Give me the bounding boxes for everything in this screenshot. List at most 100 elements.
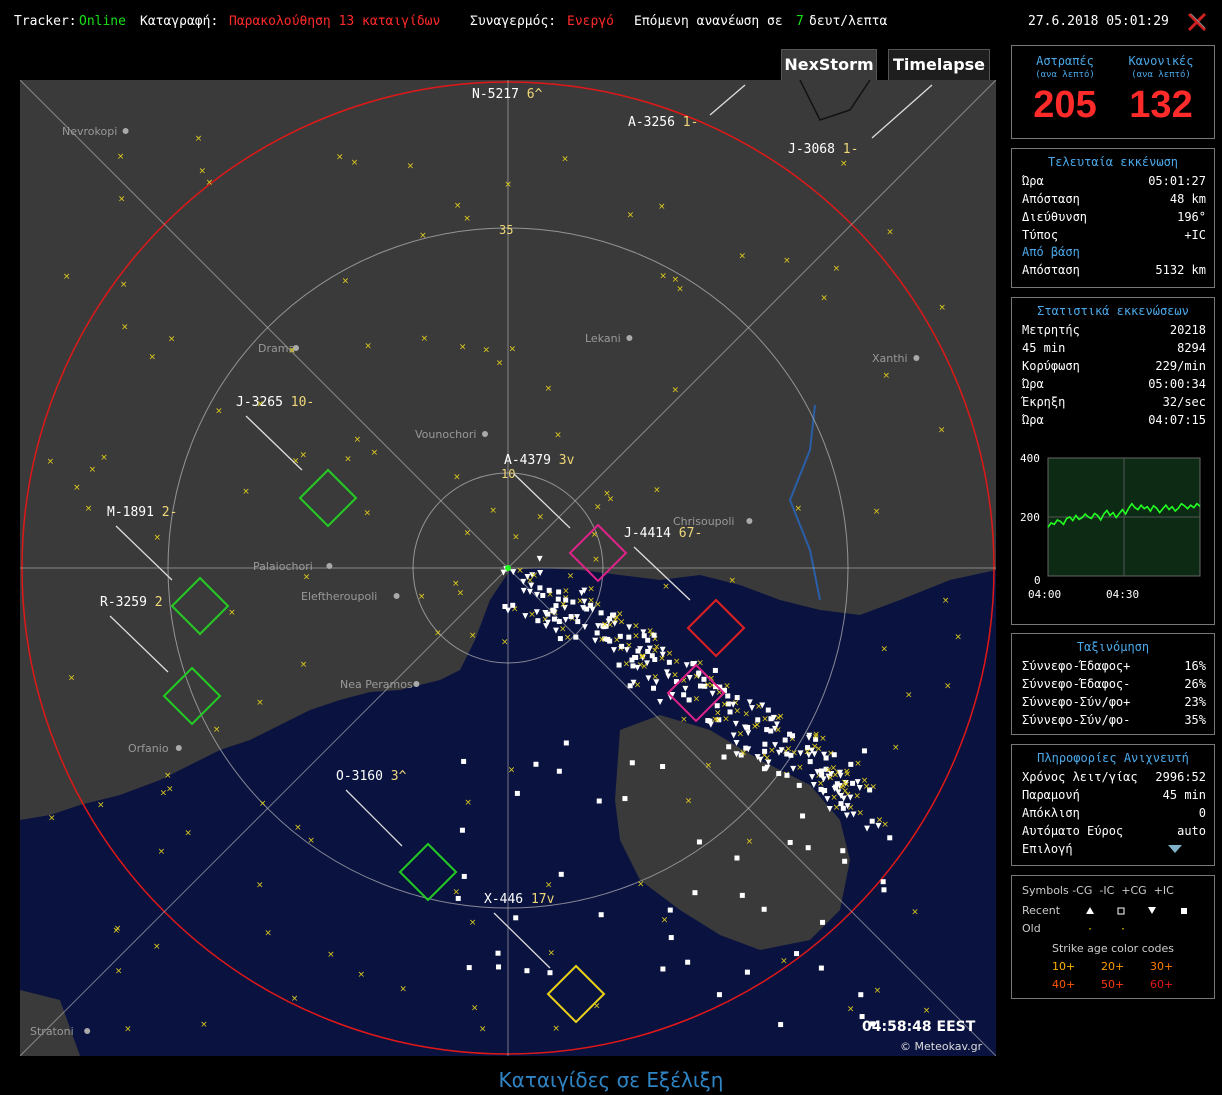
- age-code-30: 30+: [1150, 960, 1174, 973]
- storm-label[interactable]: N-5217 6^: [472, 87, 543, 102]
- storm-label[interactable]: R-3259 2: [100, 595, 163, 610]
- alarm-value: Ενεργό: [567, 14, 614, 29]
- strike-mark: ×: [463, 214, 471, 224]
- detector-row: Απόκλιση 0: [1022, 806, 1206, 820]
- legend-symbol-glyphs: · ·: [1086, 907, 1187, 935]
- detector-select-row[interactable]: Επιλογή: [1012, 841, 1214, 859]
- storm-label[interactable]: J-4414 67-: [624, 526, 702, 541]
- strike-square: [556, 589, 562, 595]
- strike-mark: ×: [603, 489, 611, 499]
- close-icon[interactable]: [1185, 10, 1209, 34]
- age-code-20: 20+: [1101, 960, 1125, 973]
- strike-mark: ×: [783, 256, 791, 266]
- storm-trend: 2: [155, 595, 163, 610]
- strike-mark: ×: [693, 694, 701, 704]
- strike-square: [524, 968, 530, 974]
- city-dot: [326, 563, 333, 569]
- city-label: Vounochori: [415, 428, 476, 441]
- stats-row: Κορύφωση 229/min: [1022, 359, 1206, 373]
- noise-label: Κανονικές: [1128, 54, 1194, 68]
- storm-label[interactable]: O-3160 3^: [336, 769, 407, 784]
- tab-nexstorm[interactable]: NexStorm: [781, 49, 877, 80]
- strike-mark: ×: [434, 628, 442, 638]
- strike-mark: ×: [680, 715, 688, 725]
- strike-mark: ×: [843, 767, 851, 777]
- recent-neg-ic-icon: [1117, 907, 1125, 915]
- strike-mark: ×: [881, 820, 889, 830]
- strike-mark: ×: [637, 880, 645, 890]
- strike-square: [459, 827, 465, 833]
- last-strike-row: Τύπος +IC: [1022, 228, 1206, 242]
- strike-mark: ×: [634, 680, 642, 690]
- storm-label[interactable]: X-446 17v: [484, 892, 555, 907]
- strike-square: [788, 752, 794, 758]
- strike-mark: ×: [751, 722, 759, 732]
- storm-label[interactable]: J-3068 1-: [788, 142, 858, 157]
- strike-square: [666, 659, 672, 665]
- strike-mark: ×: [728, 576, 736, 586]
- strike-square: [626, 634, 632, 640]
- strike-mark: ×: [479, 1024, 487, 1034]
- strike-mark: ×: [594, 503, 602, 513]
- storm-trend: 67-: [679, 526, 702, 541]
- strike-mark: ×: [847, 1005, 855, 1015]
- strike-mark: ×: [616, 610, 624, 620]
- stats-panel: Στατιστικά εκκενώσεων Μετρητής 20218 45 m…: [1011, 297, 1215, 625]
- noise-value: 132: [1129, 84, 1193, 126]
- strike-mark: ×: [504, 180, 512, 190]
- strike-mark: ×: [407, 162, 415, 172]
- strike-mark: ×: [738, 252, 746, 262]
- strike-square: [840, 805, 846, 811]
- strike-square: [598, 912, 604, 918]
- strike-mark: ×: [774, 726, 782, 736]
- strike-square: [714, 703, 720, 709]
- strike-mark: ×: [516, 566, 524, 576]
- strike-mark: ×: [459, 342, 467, 352]
- storm-radar-map[interactable]: 3510NevrokopiDramaLekaniXanthiVounochori…: [20, 80, 996, 1056]
- strike-square: [697, 683, 703, 689]
- age-code-50: 50+: [1101, 978, 1125, 991]
- strike-square: [822, 787, 828, 793]
- strike-square: [831, 752, 837, 758]
- storm-label[interactable]: M-1891 2-: [107, 505, 177, 520]
- stats-title: Στατιστικά εκκενώσεων: [1037, 304, 1189, 318]
- noise-sub: (ανα λεπτό): [1131, 70, 1191, 80]
- strike-square: [461, 873, 467, 879]
- strike-mark: ×: [746, 837, 754, 847]
- strike-square: [455, 895, 461, 901]
- strike-mark: ×: [303, 572, 311, 582]
- detector-panel: Πληροφορίες Ανιχνευτή Χρόνος λειτ/γίας 29…: [1011, 744, 1215, 866]
- storm-label[interactable]: A-4379 3v: [504, 453, 575, 468]
- chart-x-tick: 04:00: [1028, 588, 1061, 601]
- strike-square: [768, 716, 774, 722]
- strike-mark: ×: [548, 948, 556, 958]
- strike-square: [761, 906, 767, 912]
- tab-timelapse[interactable]: Timelapse: [888, 49, 990, 80]
- strike-square: [818, 965, 824, 971]
- station-marker: [505, 565, 511, 571]
- strike-mark: ×: [264, 929, 272, 939]
- strike-square: [692, 890, 698, 896]
- storm-id: O-3160: [336, 769, 391, 784]
- strike-mark: ×: [154, 533, 162, 543]
- strike-mark: ×: [825, 765, 833, 775]
- strike-mark: ×: [545, 384, 553, 394]
- map-timestamp: 04:58:48 EEST: [862, 1019, 976, 1035]
- strike-mark: ×: [768, 746, 776, 756]
- strike-square: [787, 839, 793, 845]
- strike-mark: ×: [651, 646, 659, 656]
- strike-square: [794, 951, 800, 957]
- refresh-prefix: Επόμενη ανανέωση σε: [634, 14, 783, 29]
- strike-square: [800, 813, 806, 819]
- strike-mark: ×: [288, 346, 296, 356]
- strike-square: [573, 634, 579, 640]
- strike-mark: ×: [672, 386, 680, 396]
- strike-mark: ×: [351, 158, 359, 168]
- chevron-down-icon[interactable]: [1168, 845, 1182, 854]
- storm-label[interactable]: A-3256 1-: [628, 115, 698, 130]
- storm-label[interactable]: J-3265 10-: [236, 395, 314, 410]
- strike-mark: ×: [559, 600, 567, 610]
- strike-mark: ×: [300, 450, 308, 460]
- strike-mark: ×: [833, 264, 841, 274]
- strike-square: [725, 693, 731, 699]
